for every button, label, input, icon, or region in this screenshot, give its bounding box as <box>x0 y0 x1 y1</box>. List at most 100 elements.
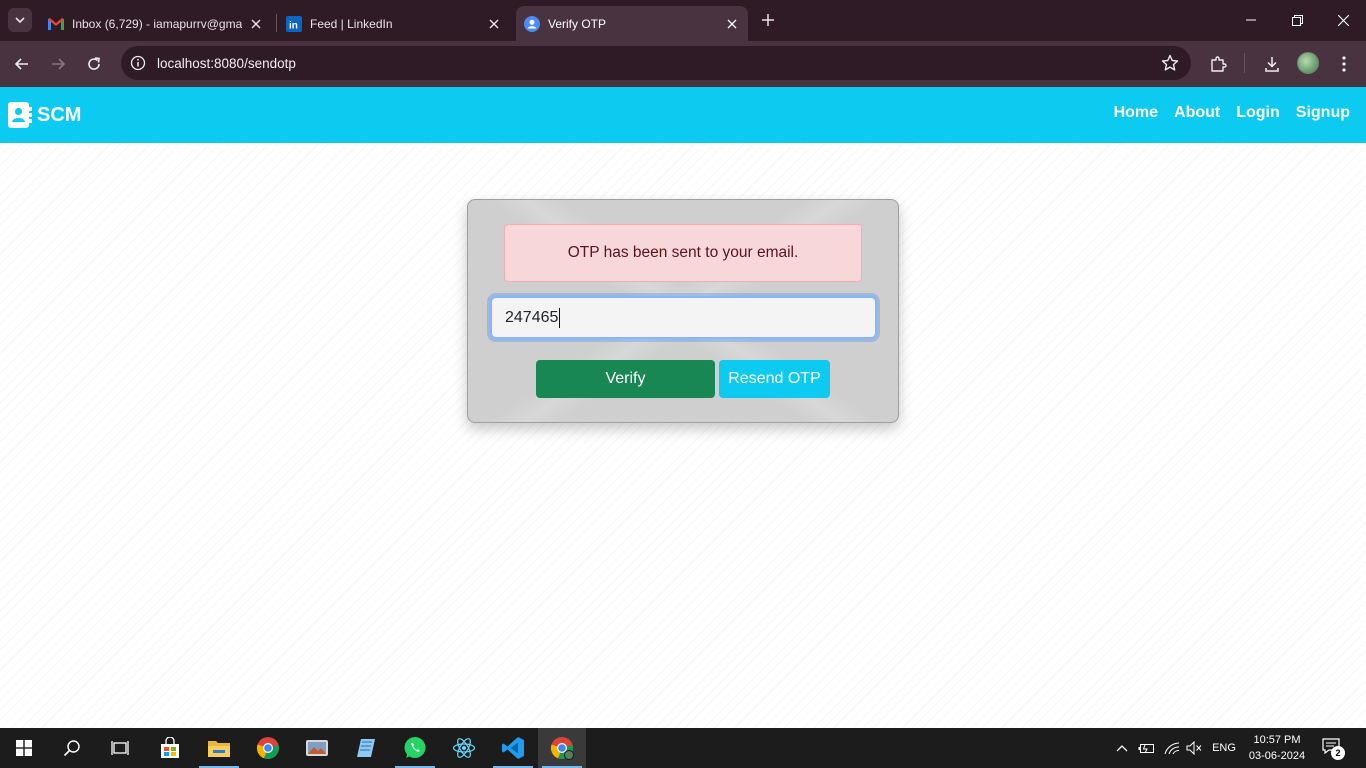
chrome-icon <box>256 737 279 760</box>
language-indicator[interactable]: ENG <box>1208 728 1240 768</box>
taskbar: ENG 10:57 PM 03-06-2024 2 <box>0 728 1366 768</box>
browser-toolbar: localhost:8080/sendotp <box>0 41 1366 87</box>
download-icon <box>1265 57 1279 72</box>
show-hidden-icons-button[interactable] <box>1112 728 1132 768</box>
battery-icon <box>1138 744 1154 753</box>
chrome-profile-icon <box>550 737 574 760</box>
taskbar-file-explorer[interactable] <box>195 728 243 768</box>
page-content: SCM Home About Login Signup OTP has been… <box>0 87 1366 728</box>
network-button[interactable] <box>1161 728 1183 768</box>
contact-book-icon <box>8 102 32 128</box>
volume-muted-icon <box>1186 741 1202 755</box>
scm-icon <box>524 15 540 32</box>
tab-gmail[interactable]: Inbox (6,729) - iamapurrv@gma <box>40 6 272 41</box>
arrow-left-icon <box>14 58 28 70</box>
tab-title: Verify OTP <box>548 16 607 31</box>
forward-button[interactable] <box>46 52 70 76</box>
close-icon <box>1337 14 1349 26</box>
address-bar[interactable]: localhost:8080/sendotp <box>121 46 1191 80</box>
clock-time: 10:57 PM <box>1253 734 1301 746</box>
bookmark-star-icon[interactable] <box>1161 54 1179 72</box>
taskbar-photos[interactable] <box>293 728 341 768</box>
task-view-icon <box>111 741 129 755</box>
more-vertical-icon <box>1342 56 1346 72</box>
chrome-menu-button[interactable] <box>1332 52 1356 76</box>
taskbar-notepad[interactable] <box>342 728 390 768</box>
restore-button[interactable] <box>1274 0 1320 40</box>
windows-start-icon <box>16 740 32 756</box>
chevron-up-icon <box>1116 745 1128 752</box>
taskbar-react-devtools[interactable] <box>440 728 488 768</box>
tab-linkedin[interactable]: in Feed | LinkedIn <box>278 6 510 41</box>
otp-sent-alert: OTP has been sent to your email. <box>504 224 862 282</box>
linkedin-icon: in <box>286 15 302 32</box>
otp-input[interactable]: 247465 <box>490 296 877 339</box>
nav-home-link[interactable]: Home <box>1114 104 1158 122</box>
text-caret <box>559 308 560 328</box>
reload-icon <box>88 57 100 70</box>
url-text: localhost:8080/sendotp <box>157 56 296 71</box>
nav-links: Home About Login Signup <box>1114 104 1350 122</box>
restore-icon <box>1291 14 1303 26</box>
tab-bar: Inbox (6,729) - iamapurrv@gma in Feed | … <box>0 0 1366 41</box>
taskbar-chrome-profile[interactable] <box>538 728 586 768</box>
search-icon <box>63 740 80 757</box>
plus-icon <box>762 14 774 26</box>
battery-button[interactable] <box>1136 728 1158 768</box>
clock-date: 03-06-2024 <box>1248 750 1306 762</box>
back-button[interactable] <box>10 52 34 76</box>
chevron-down-icon <box>15 17 25 24</box>
tab-search-button[interactable] <box>8 8 32 32</box>
close-window-button[interactable] <box>1320 0 1366 40</box>
notepad-icon <box>357 739 375 757</box>
taskbar-chrome[interactable] <box>244 728 292 768</box>
gmail-icon <box>48 16 64 32</box>
nav-about-link[interactable]: About <box>1174 104 1220 122</box>
downloads-button[interactable] <box>1260 52 1284 76</box>
puzzle-icon <box>1211 56 1227 72</box>
verify-button[interactable]: Verify <box>536 360 715 398</box>
app-navbar: SCM Home About Login Signup <box>0 87 1366 143</box>
tab-title: Inbox (6,729) - iamapurrv@gma <box>72 16 242 31</box>
brand-link[interactable]: SCM <box>8 100 81 130</box>
file-explorer-icon <box>208 741 230 757</box>
minimize-button[interactable] <box>1228 0 1274 40</box>
whatsapp-icon <box>404 737 426 758</box>
nav-signup-link[interactable]: Signup <box>1296 104 1350 122</box>
new-tab-button[interactable] <box>758 10 778 30</box>
svg-text:in: in <box>289 20 298 31</box>
otp-value: 247465 <box>505 309 559 326</box>
tab-verify-otp[interactable]: Verify OTP <box>516 6 748 41</box>
react-icon <box>452 738 476 758</box>
notification-count: 2 <box>1331 746 1345 760</box>
taskbar-whatsapp[interactable] <box>391 728 439 768</box>
toolbar-separator <box>1244 53 1245 73</box>
action-center-button[interactable]: 2 <box>1322 738 1345 760</box>
close-icon[interactable] <box>486 16 502 32</box>
close-icon[interactable] <box>724 16 740 32</box>
taskbar-vscode[interactable] <box>489 728 537 768</box>
brand-name: SCM <box>37 103 82 126</box>
vscode-icon <box>502 737 524 759</box>
taskbar-search-button[interactable] <box>48 728 96 768</box>
tab-title: Feed | LinkedIn <box>310 16 393 31</box>
site-info-icon[interactable] <box>130 55 146 71</box>
wifi-icon <box>1164 742 1180 755</box>
minimize-icon <box>1246 19 1256 21</box>
close-icon[interactable] <box>248 16 264 32</box>
store-icon <box>161 737 179 758</box>
volume-button[interactable] <box>1184 728 1204 768</box>
tab-separator <box>276 14 277 32</box>
reload-button[interactable] <box>82 52 106 76</box>
start-button[interactable] <box>0 728 48 768</box>
extensions-button[interactable] <box>1206 52 1230 76</box>
nav-login-link[interactable]: Login <box>1236 104 1280 122</box>
resend-otp-button[interactable]: Resend OTP <box>719 360 830 398</box>
photos-icon <box>306 740 328 756</box>
task-view-button[interactable] <box>96 728 144 768</box>
profile-avatar[interactable] <box>1297 52 1319 74</box>
clock[interactable]: 10:57 PM 03-06-2024 <box>1240 732 1314 764</box>
verify-otp-card: OTP has been sent to your email. 247465 … <box>467 199 899 423</box>
arrow-right-icon <box>52 58 66 70</box>
taskbar-store[interactable] <box>146 728 194 768</box>
